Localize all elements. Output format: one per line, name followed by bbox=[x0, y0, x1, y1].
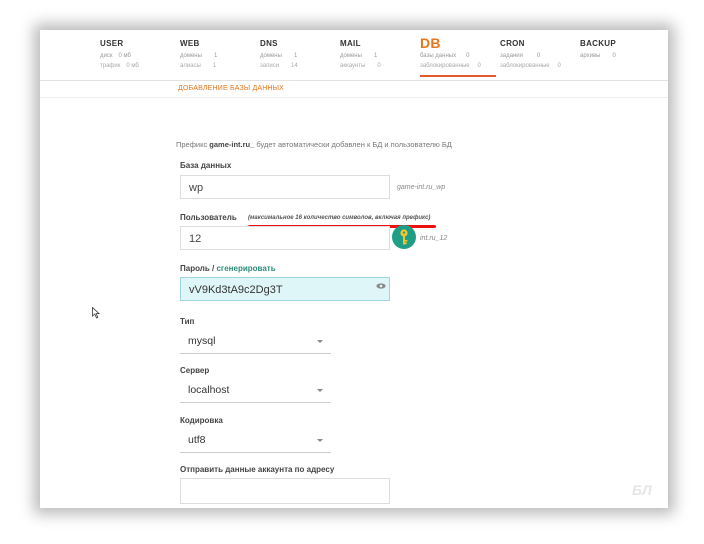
nav-cron-stat2: заблокированные 0 bbox=[500, 63, 561, 69]
type-select-value: mysql bbox=[188, 335, 216, 347]
nav-dns[interactable]: DNS домены 1 записи 14 bbox=[260, 39, 298, 69]
app-frame: USER диск 0 мб трафик 0 мб WEB домены 1 али… bbox=[40, 30, 668, 508]
nav-web-stat1: домены 1 bbox=[180, 53, 217, 59]
prefix-note: Префикс game-int.ru_ будет автоматически… bbox=[176, 140, 452, 149]
prefix-note-pre: Префикс bbox=[176, 140, 210, 149]
nav-mail[interactable]: MAIL домены 1 аккаунты 0 bbox=[340, 39, 381, 69]
nav-db-blocked-value: 0 bbox=[477, 63, 481, 69]
key-badge-icon bbox=[392, 225, 416, 249]
divider bbox=[40, 97, 668, 98]
nav-dns-stat2: записи 14 bbox=[260, 63, 298, 69]
email-label: Отправить данные аккаунта по адресу bbox=[180, 465, 335, 474]
nav-dns-title: DNS bbox=[260, 39, 278, 48]
nav-web-domains-label: домены bbox=[180, 53, 202, 59]
nav-web-aliases-label: алиасы bbox=[180, 63, 201, 69]
nav-dns-records-value: 14 bbox=[291, 63, 298, 69]
nav-user-title: USER bbox=[100, 39, 124, 48]
eye-icon[interactable] bbox=[376, 283, 386, 289]
charset-select-value: utf8 bbox=[188, 434, 206, 446]
db-name-label: База данных bbox=[180, 161, 232, 170]
nav-db-databases-value: 0 bbox=[466, 53, 470, 59]
nav-web-domains-value: 1 bbox=[213, 53, 218, 59]
chevron-down-icon bbox=[317, 439, 323, 442]
nav-cron-jobs-label: задания bbox=[500, 53, 523, 59]
key-icon bbox=[400, 229, 408, 245]
nav-user-traffic-label: трафик bbox=[100, 63, 121, 69]
nav-web[interactable]: WEB домены 1 алиасы 1 bbox=[180, 39, 217, 69]
nav-db-title: DB bbox=[420, 35, 441, 51]
password-label: Пароль / сгенерировать bbox=[180, 264, 276, 273]
nav-mail-domains-value: 1 bbox=[373, 53, 378, 59]
password-label-text: Пароль bbox=[180, 264, 210, 273]
nav-mail-stat1: домены 1 bbox=[340, 53, 381, 59]
nav-user-traffic-value: 0 мб bbox=[126, 63, 139, 69]
nav-cron[interactable]: CRON задания 0 заблокированные 0 bbox=[500, 39, 561, 69]
nav-web-aliases-value: 1 bbox=[212, 63, 217, 69]
db-user-hint: (максимальное 16 количество символов, вк… bbox=[248, 215, 431, 221]
nav-mail-title: MAIL bbox=[340, 39, 361, 48]
nav-db-blocked-label: заблокированные bbox=[420, 63, 470, 69]
nav-db-stat1: базы данных 0 bbox=[420, 53, 481, 59]
type-label: Тип bbox=[180, 317, 195, 326]
nav-mail-domains-label: домены bbox=[340, 53, 362, 59]
nav-cron-blocked-value: 0 bbox=[557, 63, 561, 69]
db-user-input[interactable]: 12 bbox=[180, 226, 390, 250]
nav-db[interactable]: DB базы данных 0 заблокированные 0 bbox=[420, 35, 481, 69]
nav-web-title: WEB bbox=[180, 39, 200, 48]
server-select-value: localhost bbox=[188, 384, 230, 396]
charset-label: Кодировка bbox=[180, 416, 223, 425]
mouse-cursor-icon bbox=[92, 307, 100, 319]
nav-user-stat1: диск 0 мб bbox=[100, 53, 139, 59]
nav-web-stat2: алиасы 1 bbox=[180, 63, 217, 69]
charset-select[interactable]: utf8 bbox=[180, 427, 331, 453]
db-name-input[interactable]: wp bbox=[180, 175, 390, 199]
active-tab-underline bbox=[420, 75, 496, 77]
nav-backup-stat1: архивы 0 bbox=[580, 53, 616, 59]
nav-backup-archives-value: 0 bbox=[612, 53, 616, 59]
watermark-logo: БЛ bbox=[632, 482, 652, 498]
nav-backup[interactable]: BACKUP архивы 0 bbox=[580, 39, 616, 59]
nav-user-stat2: трафик 0 мб bbox=[100, 63, 139, 69]
nav-backup-archives-label: архивы bbox=[580, 53, 601, 59]
nav-cron-title: CRON bbox=[500, 39, 525, 48]
page-title: ДОБАВЛЕНИЕ БАЗЫ ДАННЫХ bbox=[178, 85, 285, 92]
nav-dns-stat1: домены 1 bbox=[260, 53, 298, 59]
nav-db-stat2: заблокированные 0 bbox=[420, 63, 481, 69]
prefix-note-post: будет автоматически добавлен к БД и поль… bbox=[254, 140, 452, 149]
top-navigation: USER диск 0 мб трафик 0 мб WEB домены 1 али… bbox=[40, 30, 668, 81]
nav-cron-stat1: задания 0 bbox=[500, 53, 561, 59]
nav-cron-jobs-value: 0 bbox=[536, 53, 541, 59]
db-user-suffix: int.ru_12 bbox=[420, 235, 448, 242]
nav-dns-domains-value: 1 bbox=[293, 53, 298, 59]
nav-user-disk-label: диск bbox=[100, 53, 113, 59]
nav-db-databases-label: базы данных bbox=[420, 53, 457, 59]
generate-password-link[interactable]: сгенерировать bbox=[216, 264, 275, 273]
nav-mail-accounts-value: 0 bbox=[377, 63, 381, 69]
nav-user[interactable]: USER диск 0 мб трафик 0 мб bbox=[100, 39, 139, 69]
chevron-down-icon bbox=[317, 389, 323, 392]
nav-dns-domains-label: домены bbox=[260, 53, 282, 59]
db-user-label: Пользователь bbox=[180, 213, 237, 222]
server-label: Сервер bbox=[180, 366, 210, 375]
prefix-value: game-int.ru_ bbox=[209, 140, 255, 149]
nav-mail-stat2: аккаунты 0 bbox=[340, 63, 381, 69]
password-input[interactable]: vV9Kd3tA9c2Dg3T bbox=[180, 277, 390, 301]
nav-mail-accounts-label: аккаунты bbox=[340, 63, 366, 69]
server-select[interactable]: localhost bbox=[180, 377, 331, 403]
db-name-suffix: game-int.ru_wp bbox=[397, 184, 446, 191]
chevron-down-icon bbox=[317, 340, 323, 343]
type-select[interactable]: mysql bbox=[180, 328, 331, 354]
nav-dns-records-label: записи bbox=[260, 63, 280, 69]
email-input[interactable] bbox=[180, 478, 390, 504]
nav-cron-blocked-label: заблокированные bbox=[500, 63, 550, 69]
nav-user-disk-value: 0 мб bbox=[118, 53, 131, 59]
nav-backup-title: BACKUP bbox=[580, 39, 617, 48]
